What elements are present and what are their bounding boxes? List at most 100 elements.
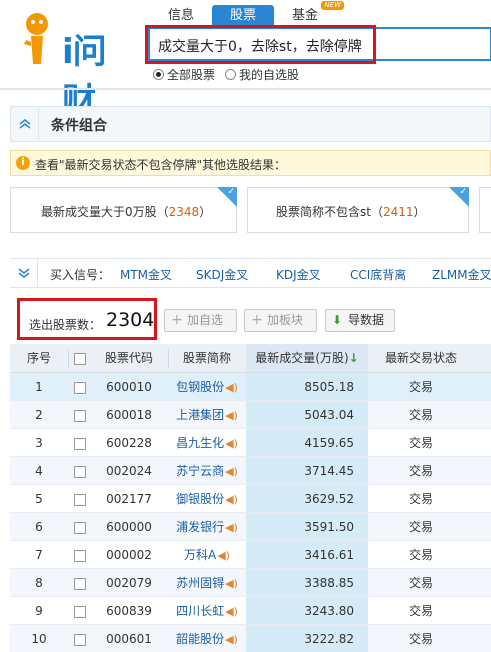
latest-volume: 3222.82 bbox=[246, 625, 368, 652]
table-row[interactable]: 8 002079 苏州固锝◀) 3388.85 交易 bbox=[10, 569, 491, 597]
tab-stocks[interactable]: 股票 bbox=[212, 5, 274, 27]
new-badge: NEW bbox=[321, 1, 344, 10]
latest-volume: 4159.65 bbox=[246, 429, 368, 456]
trade-state: 交易 bbox=[408, 464, 433, 478]
table-row[interactable]: 9 600839 四川长虹◀) 3243.80 交易 bbox=[10, 597, 491, 625]
table-row[interactable]: 5 002177 御银股份◀) 3629.52 交易 bbox=[10, 485, 491, 513]
table-row[interactable]: 10 000601 韶能股份◀) 3222.82 交易 bbox=[10, 625, 491, 652]
signal-skdj[interactable]: SKDJ金叉 bbox=[196, 266, 248, 283]
radio-my-watchlist[interactable]: 我的自选股 bbox=[225, 66, 299, 83]
stock-name-link[interactable]: 万科A◀) bbox=[168, 541, 246, 568]
header-state[interactable]: 最新交易状态 bbox=[368, 344, 474, 372]
check-icon: ✓ bbox=[459, 187, 467, 197]
header-volume[interactable]: 最新成交量(万股)↓ bbox=[246, 344, 368, 372]
row-checkbox[interactable] bbox=[72, 597, 88, 624]
speaker-icon[interactable]: ◀) bbox=[225, 430, 238, 458]
row-checkbox[interactable] bbox=[72, 457, 88, 484]
tab-funds[interactable]: 基金 NEW bbox=[274, 1, 344, 27]
table-row[interactable]: 1 600010 包钢股份◀) 8505.18 交易 bbox=[10, 373, 491, 401]
condition-card-no-st[interactable]: 股票简称不包含st（2411） ✓ bbox=[247, 187, 469, 233]
speaker-icon[interactable]: ◀) bbox=[225, 402, 238, 430]
table-row[interactable]: 7 000002 万科A◀) 3416.61 交易 bbox=[10, 541, 491, 569]
stock-name-link[interactable]: 上港集团◀) bbox=[168, 401, 246, 428]
buy-signal-bar: 买入信号： MTM金叉 SKDJ金叉 KDJ金叉 CCI底背离 ZLMM金叉 bbox=[10, 258, 491, 288]
select-all-checkbox[interactable] bbox=[72, 344, 88, 372]
speaker-icon[interactable]: ◀) bbox=[225, 374, 238, 402]
condition-label: 最新成交量大于0万股 bbox=[41, 205, 157, 219]
search-category-tabs: 信息 股票 基金 NEW bbox=[150, 1, 344, 27]
export-data-button[interactable]: ⬇ 导数据 bbox=[325, 309, 395, 332]
latest-volume: 8505.18 bbox=[246, 373, 368, 400]
signal-mtm[interactable]: MTM金叉 bbox=[120, 266, 172, 283]
notice-bar: i 查看"最新交易状态不包含停牌"其他选股结果： bbox=[10, 150, 491, 176]
speaker-icon[interactable]: ◀) bbox=[225, 486, 238, 514]
row-checkbox[interactable] bbox=[72, 513, 88, 540]
signal-cci[interactable]: CCI底背离 bbox=[350, 266, 406, 283]
stock-code: 002024 bbox=[106, 464, 152, 478]
stock-code: 600000 bbox=[106, 520, 152, 534]
stock-code: 600010 bbox=[106, 380, 152, 394]
stock-name-link[interactable]: 苏州固锝◀) bbox=[168, 569, 246, 596]
collapse-chevron-up-icon[interactable] bbox=[11, 107, 39, 141]
row-index: 1 bbox=[35, 380, 43, 394]
condition-card-volume[interactable]: 最新成交量大于0万股（2348） ✓ bbox=[10, 187, 237, 233]
signal-zlmm[interactable]: ZLMM金叉 bbox=[432, 266, 491, 283]
speaker-icon[interactable]: ◀) bbox=[225, 458, 238, 486]
button-label: 加自选 bbox=[187, 313, 224, 327]
button-label: 导数据 bbox=[348, 313, 385, 327]
stock-name-link[interactable]: 四川长虹◀) bbox=[168, 597, 246, 624]
radio-label: 全部股票 bbox=[167, 68, 216, 82]
header-name[interactable]: 股票简称 bbox=[168, 344, 246, 372]
stock-name-link[interactable]: 御银股份◀) bbox=[168, 485, 246, 512]
checkbox-icon bbox=[74, 381, 86, 394]
stock-name-link[interactable]: 苏宁云商◀) bbox=[168, 457, 246, 484]
stock-code: 002079 bbox=[106, 576, 152, 590]
latest-volume: 3629.52 bbox=[246, 485, 368, 512]
tab-label: 基金 bbox=[291, 8, 318, 23]
signal-kdj[interactable]: KDJ金叉 bbox=[276, 266, 321, 283]
condition-card-text: 股票简称不包含st（2411） bbox=[276, 205, 426, 219]
stock-name: 昌九生化 bbox=[176, 436, 225, 450]
stock-name-link[interactable]: 韶能股份◀) bbox=[168, 625, 246, 652]
speaker-icon[interactable]: ◀) bbox=[225, 514, 238, 542]
speaker-icon[interactable]: ◀) bbox=[225, 626, 238, 652]
checkbox-icon bbox=[74, 437, 86, 450]
trade-state: 交易 bbox=[408, 408, 433, 422]
stock-name-link[interactable]: 浦发银行◀) bbox=[168, 513, 246, 540]
add-watchlist-button[interactable]: + 加自选 bbox=[164, 309, 237, 332]
radio-all-stocks[interactable]: 全部股票 bbox=[153, 66, 215, 83]
notice-text[interactable]: 查看"最新交易状态不包含停牌"其他选股结果： bbox=[35, 156, 286, 173]
table-row[interactable]: 4 002024 苏宁云商◀) 3714.45 交易 bbox=[10, 457, 491, 485]
stock-name-link[interactable]: 包钢股份◀) bbox=[168, 373, 246, 400]
button-label: 加板块 bbox=[267, 313, 304, 327]
checkbox-icon bbox=[74, 577, 86, 590]
row-checkbox[interactable] bbox=[72, 373, 88, 400]
table-row[interactable]: 6 600000 浦发银行◀) 3591.50 交易 bbox=[10, 513, 491, 541]
table-row[interactable]: 2 600018 上港集团◀) 5043.04 交易 bbox=[10, 401, 491, 429]
table-row[interactable]: 3 600228 昌九生化◀) 4159.65 交易 bbox=[10, 429, 491, 457]
row-index: 4 bbox=[35, 464, 43, 478]
latest-volume: 3714.45 bbox=[246, 457, 368, 484]
tab-label: 股票 bbox=[229, 8, 256, 23]
row-checkbox[interactable] bbox=[72, 485, 88, 512]
speaker-icon[interactable]: ◀) bbox=[225, 598, 238, 626]
row-checkbox[interactable] bbox=[72, 569, 88, 596]
iwencai-logo[interactable]: i问财 bbox=[14, 10, 134, 121]
condition-card-partial[interactable] bbox=[479, 187, 491, 233]
check-icon: ✓ bbox=[227, 187, 235, 197]
stock-name-link[interactable]: 昌九生化◀) bbox=[168, 429, 246, 456]
speaker-icon[interactable]: ◀) bbox=[225, 570, 238, 598]
plus-icon: + bbox=[171, 312, 183, 328]
checkbox-icon bbox=[74, 605, 86, 618]
row-checkbox[interactable] bbox=[72, 401, 88, 428]
row-checkbox[interactable] bbox=[72, 625, 88, 652]
stock-code: 000601 bbox=[106, 632, 152, 646]
speaker-icon[interactable]: ◀) bbox=[217, 542, 230, 570]
add-block-button[interactable]: + 加板块 bbox=[244, 309, 317, 332]
tab-info[interactable]: 信息 bbox=[150, 5, 212, 27]
header-code[interactable]: 股票代码 bbox=[90, 344, 168, 372]
row-checkbox[interactable] bbox=[72, 541, 88, 568]
trade-state: 交易 bbox=[408, 576, 433, 590]
row-checkbox[interactable] bbox=[72, 429, 88, 456]
expand-chevron-down-icon[interactable] bbox=[10, 259, 38, 287]
